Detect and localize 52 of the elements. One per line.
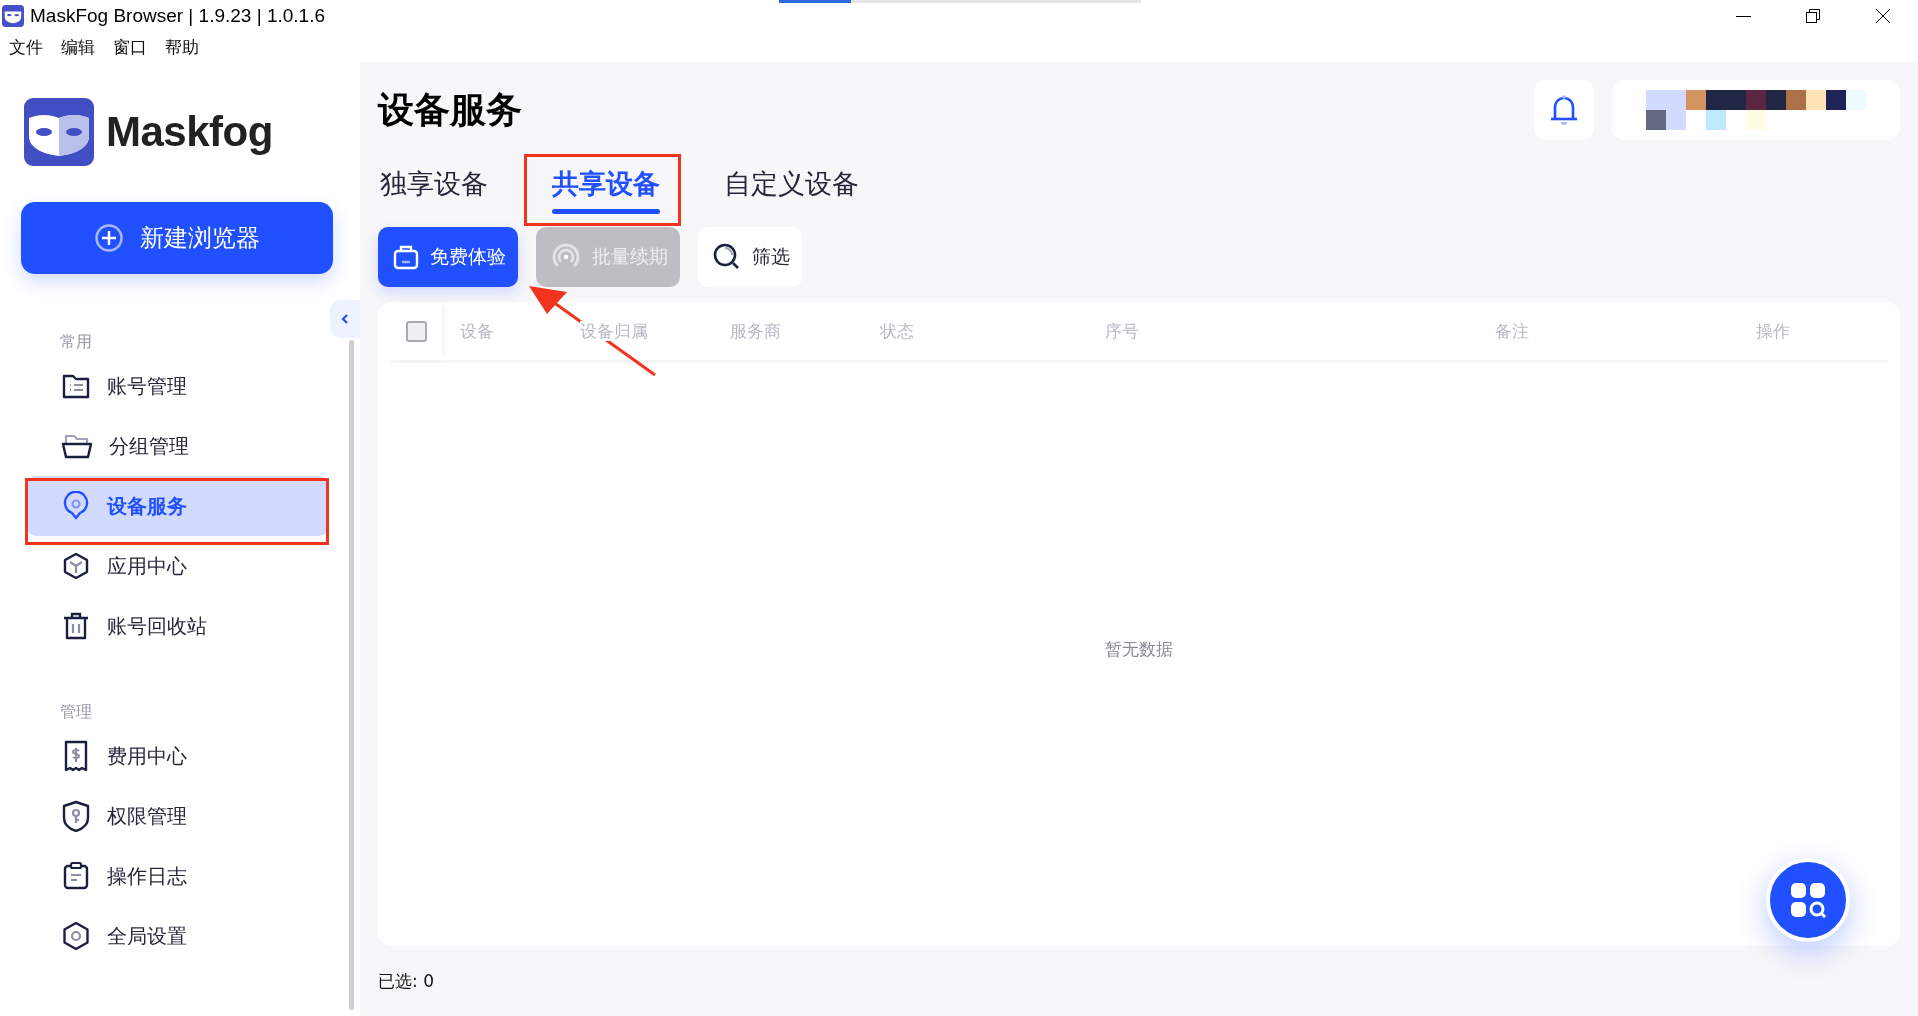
section-title: 常用 (59, 332, 93, 353)
column-header: 序号 (1105, 320, 1139, 341)
mask-logo-icon (24, 98, 94, 166)
plus-circle-icon (94, 223, 124, 253)
menu-item[interactable]: 帮助 (165, 35, 199, 59)
menu-item[interactable]: 文件 (9, 35, 43, 59)
app-grid-icon (1788, 880, 1828, 920)
nav-item[interactable]: 费用中心 (26, 726, 329, 786)
location-pin-icon (61, 491, 91, 521)
window-title: MaskFog Browser | 1.9.23 | 1.0.1.6 (30, 5, 325, 27)
bag-icon (392, 243, 420, 271)
close-icon (1875, 8, 1891, 24)
column-header: 状态 (880, 320, 914, 341)
toolbar-button[interactable]: 免费体验 (378, 227, 518, 287)
column-header: 设备归属 (580, 320, 648, 341)
column-header: 操作 (1756, 320, 1790, 341)
nav-item[interactable]: 账号管理 (26, 356, 329, 416)
collapse-button[interactable] (330, 300, 360, 338)
section-title: 管理 (59, 702, 93, 723)
bell-icon (1550, 93, 1578, 127)
clipboard-icon (61, 861, 91, 891)
nav-item[interactable]: 权限管理 (26, 786, 329, 846)
selected-count: 已选: 0 (378, 969, 434, 993)
menu-item[interactable]: 编辑 (61, 35, 95, 59)
restore-icon (1805, 8, 1821, 24)
cube-icon (61, 551, 91, 581)
shield-key-icon (61, 800, 91, 832)
nav-item[interactable]: 全局设置 (26, 906, 329, 966)
toolbar-button[interactable]: 筛选 (698, 227, 802, 287)
tab[interactable]: 共享设备 (536, 154, 660, 214)
nav-item[interactable]: 分组管理 (26, 416, 329, 476)
select-all-checkbox[interactable] (405, 320, 427, 342)
empty-message: 暂无数据 (1105, 638, 1173, 661)
tab[interactable]: 独享设备 (380, 166, 506, 202)
nav-item[interactable]: 账号回收站 (26, 596, 329, 656)
column-header: 备注 (1495, 320, 1529, 341)
nav-item[interactable]: 应用中心 (26, 536, 329, 596)
page-title: 设备服务 (378, 87, 522, 132)
chevron-left-icon (340, 313, 350, 325)
brand-name: Maskfog (106, 108, 273, 156)
trash-icon (61, 611, 91, 641)
column-header: 服务商 (730, 320, 781, 341)
new-browser-button[interactable]: 新建浏览器 (21, 202, 333, 274)
settings-icon (61, 921, 91, 951)
minimize-icon (1735, 15, 1751, 17)
tab[interactable]: 自定义设备 (724, 166, 877, 202)
nav-item[interactable]: 操作日志 (26, 846, 329, 906)
notification-button[interactable] (1534, 80, 1594, 140)
app-logo-icon (2, 5, 24, 27)
nav-item[interactable]: 设备服务 (26, 476, 329, 536)
menu-item[interactable]: 窗口 (113, 35, 147, 59)
column-header: 设备 (460, 320, 494, 341)
